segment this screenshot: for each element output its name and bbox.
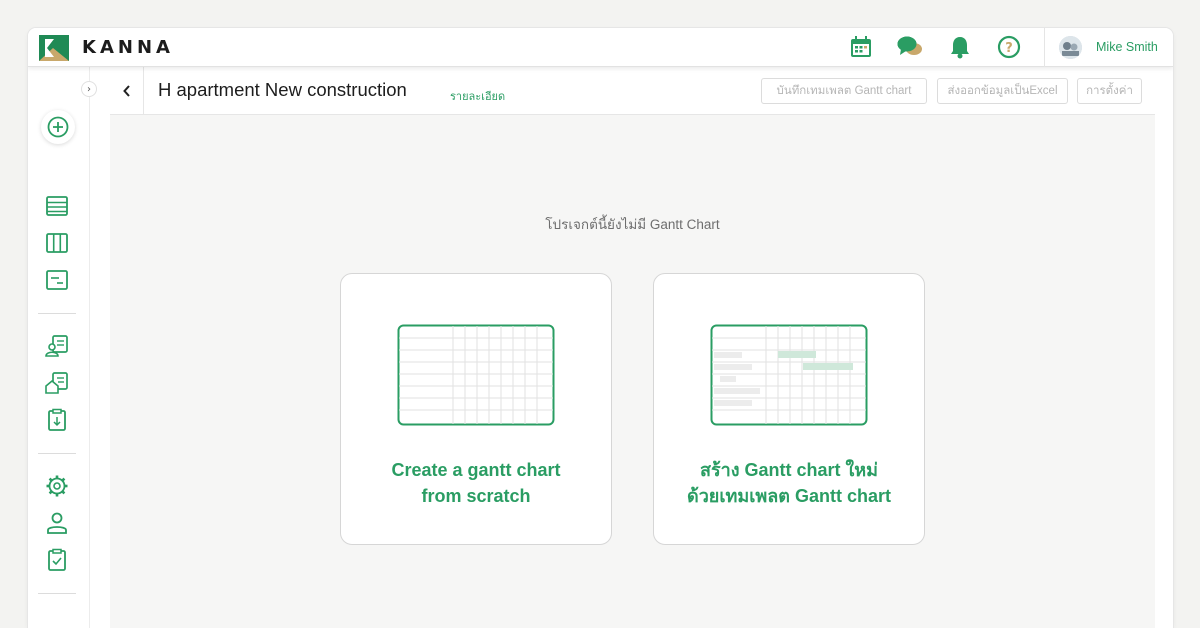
main-area: H apartment New construction รายละเอียด …: [90, 67, 1173, 628]
app-window: KANNA ? Mike Smith › H apartment New con…: [28, 28, 1173, 628]
svg-text:?: ?: [1005, 41, 1013, 56]
sidebar-divider: [38, 313, 76, 314]
sidebar: ›: [28, 67, 97, 628]
property-icon[interactable]: [44, 370, 70, 396]
card-label: Create a gantt chart from scratch: [391, 460, 561, 506]
gantt-empty-state: โปรเจกต์นี้ยังไม่มี Gantt Chart Create a…: [110, 115, 1155, 628]
download-clipboard-icon[interactable]: [44, 407, 70, 433]
sidebar-expand-button[interactable]: ›: [81, 81, 97, 97]
blank-grid-icon: [397, 324, 555, 426]
details-link[interactable]: รายละเอียด: [450, 87, 505, 105]
create-from-template-card[interactable]: สร้าง Gantt chart ใหม่ด้วยเทมเพลต Gantt …: [653, 273, 925, 545]
project-header: H apartment New construction รายละเอียด …: [110, 67, 1155, 115]
user-avatar[interactable]: [1059, 36, 1082, 59]
create-from-scratch-card[interactable]: Create a gantt chart from scratch: [340, 273, 612, 545]
checklist-icon[interactable]: [44, 547, 70, 573]
save-template-button[interactable]: บันทึกเทมเพลต Gantt chart: [761, 78, 927, 104]
user-name[interactable]: Mike Smith: [1096, 40, 1158, 54]
user-icon[interactable]: [44, 510, 70, 536]
add-circle-icon[interactable]: [41, 110, 75, 144]
template-grid-icon: [710, 324, 868, 426]
calendar-icon[interactable]: [848, 34, 874, 60]
empty-message: โปรเจกต์นี้ยังไม่มี Gantt Chart: [545, 217, 720, 232]
brand-name: KANNA: [82, 37, 174, 58]
back-button[interactable]: [110, 67, 144, 115]
chat-icon[interactable]: [897, 34, 923, 60]
kanna-logo: [39, 35, 69, 61]
card-label: สร้าง Gantt chart ใหม่ด้วยเทมเพลต Gantt …: [687, 460, 891, 506]
top-bar: KANNA ? Mike Smith: [28, 28, 1173, 67]
chevron-left-icon: [122, 85, 130, 97]
form-icon[interactable]: [44, 267, 70, 293]
settings-icon[interactable]: [44, 473, 70, 499]
settings-button[interactable]: การตั้งค่า: [1077, 78, 1142, 104]
sidebar-divider: [38, 453, 76, 454]
list-icon[interactable]: [44, 193, 70, 219]
board-icon[interactable]: [44, 230, 70, 256]
bell-icon[interactable]: [947, 34, 973, 60]
page-title: H apartment New construction: [158, 79, 407, 100]
help-icon[interactable]: ?: [996, 34, 1022, 60]
export-excel-button[interactable]: ส่งออกข้อมูลเป็นExcel: [937, 78, 1068, 104]
sidebar-divider: [38, 593, 76, 594]
topbar-divider: [1044, 28, 1045, 67]
customer-icon[interactable]: [44, 333, 70, 359]
